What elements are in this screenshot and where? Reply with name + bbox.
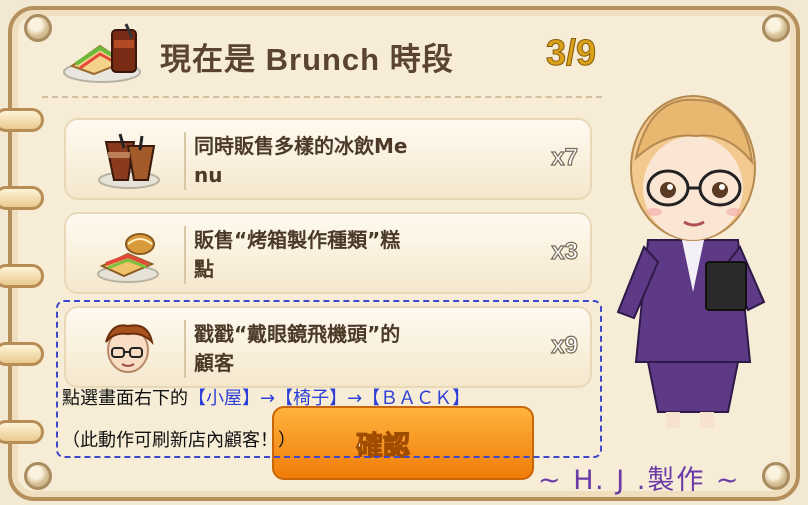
- binder-ring: [0, 264, 44, 288]
- quest-count: x7: [551, 143, 579, 171]
- annotation-path: 【小屋】→【椅子】→【ＢＡＣＫ】: [188, 388, 471, 409]
- brunch-sandwich-drink-icon: [60, 22, 156, 92]
- quest-text-line: 同時販售多樣的冰飲Me: [194, 134, 408, 158]
- binder-ring: [0, 108, 44, 132]
- iced-drinks-icon: [94, 132, 164, 196]
- binder-ring: [0, 420, 44, 444]
- annotation-line-1: 點選畫面右下的【小屋】→【椅子】→【ＢＡＣＫ】: [62, 384, 470, 410]
- quest-text-line: 點: [194, 257, 214, 281]
- divider: [42, 96, 602, 98]
- annotation-text: 點選畫面右下的: [62, 388, 188, 409]
- quest-description: 販售“烤箱製作種類”糕 點: [194, 226, 494, 284]
- quest-header: 現在是 Brunch 時段 3/9: [60, 22, 640, 88]
- binder-ring: [0, 342, 44, 366]
- quest-description: 同時販售多樣的冰飲Me nu: [194, 132, 494, 190]
- quest-text-line: nu: [194, 163, 223, 187]
- baked-pastry-icon: [94, 226, 164, 290]
- item-divider: [184, 226, 186, 284]
- quest-text-line: 販售“烤箱製作種類”糕: [194, 228, 401, 252]
- quest-item[interactable]: 販售“烤箱製作種類”糕 點 x3: [64, 212, 592, 294]
- item-divider: [184, 132, 186, 190]
- annotation-line-2: （此動作可刷新店內顧客！）: [62, 430, 296, 451]
- author-credit: ~ H. J .製作 ~: [538, 465, 741, 496]
- binder-ring: [0, 186, 44, 210]
- period-title: 現在是 Brunch 時段: [160, 42, 454, 77]
- quest-count: x3: [551, 237, 579, 265]
- npc-businesswoman-character: [588, 62, 798, 436]
- quest-item[interactable]: 同時販售多樣的冰飲Me nu x7: [64, 118, 592, 200]
